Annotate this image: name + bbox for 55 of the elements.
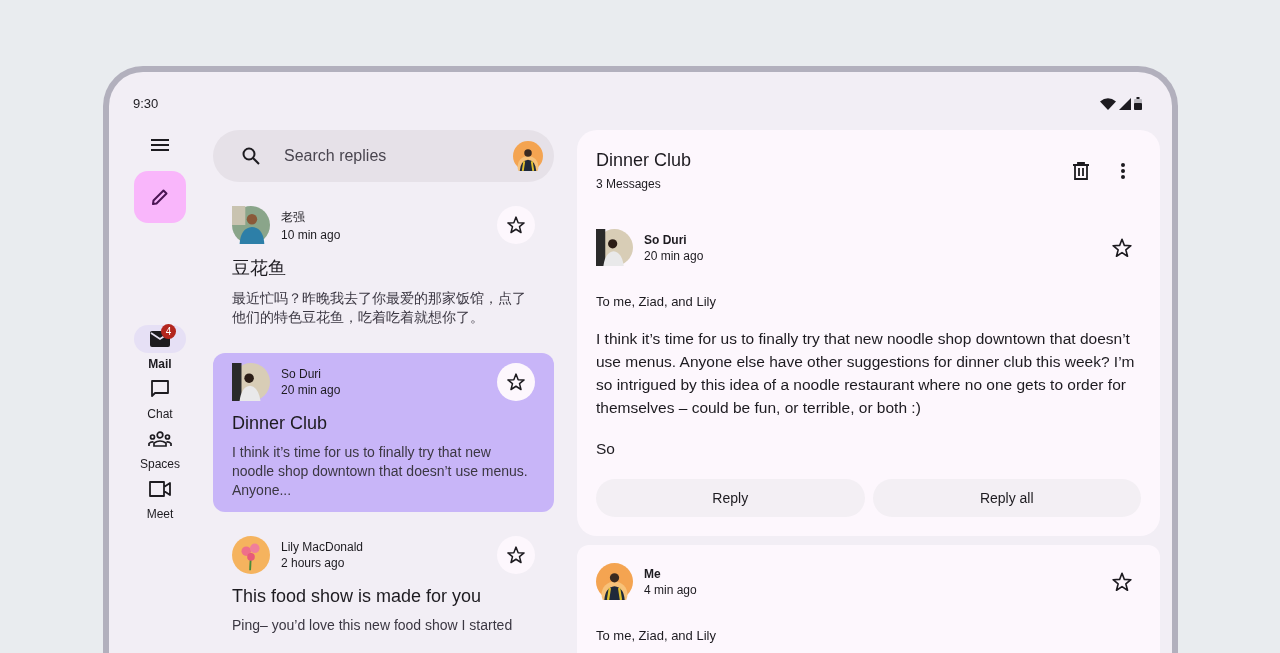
star-icon	[506, 545, 526, 565]
pencil-icon	[151, 188, 169, 206]
timestamp: 2 hours ago	[281, 556, 346, 570]
sender-name: So Duri	[644, 232, 688, 247]
trash-icon[interactable]	[1073, 161, 1089, 180]
nav-label: Meet	[146, 507, 174, 521]
chat-icon	[150, 379, 170, 399]
nav-item-indicator[interactable]: 4	[134, 325, 186, 353]
timestamp: 20 min ago	[644, 248, 705, 263]
timestamp: 4 min ago	[644, 582, 698, 597]
video-camera-icon	[149, 481, 171, 497]
message-count: 3 Messages	[596, 177, 662, 191]
search-field[interactable]: Search replies	[282, 146, 491, 166]
message-paragraph: I think it’s time for us to finally try that new noodle shop downtown that doesn’t use menus. Anyone else have other suggestions for dinner club this week? I’m so intrigued by this idea of a noodle restaurant where no one gets to order for themselves – could be fun, or terrible, or both :)	[596, 329, 1136, 418]
email-preview: Ping– you’d love this new food show I started	[232, 616, 514, 635]
sender-name: 老强	[281, 208, 306, 226]
unread-count-badge: 4	[161, 324, 176, 339]
signal-icon	[1119, 97, 1131, 110]
status-time: 9:30	[133, 95, 159, 111]
email-subject: Dinner Club	[232, 413, 329, 434]
battery-icon	[1134, 96, 1142, 110]
email-card[interactable]: Lily MacDonald 2 hours ago This food show is made for you Ping– you’d love this new food show I started	[213, 526, 554, 647]
email-card[interactable]: So Duri 20 min ago Dinner Club I think it’s time for us to finally try that new noodle shop downtown that doesn’t use menus. Anyone...	[213, 353, 554, 512]
timestamp: 20 min ago	[281, 383, 342, 397]
more-options-icon[interactable]	[1121, 162, 1125, 179]
nav-label: Mail	[148, 357, 172, 371]
star-button[interactable]	[497, 536, 535, 574]
search-icon	[242, 147, 260, 165]
nav-label: Spaces	[140, 457, 180, 471]
thread-subject: Dinner Club	[596, 150, 693, 171]
star-button[interactable]	[497, 363, 535, 401]
compose-button[interactable]	[134, 171, 186, 223]
reply-button[interactable]: Reply	[596, 479, 865, 517]
star-icon	[506, 215, 526, 235]
email-card[interactable]: 老强 10 min ago 豆花鱼 最近忙吗？昨晚我去了你最爱的那家饭馆，点了他们的特色豆花鱼，吃着吃着就想你了。	[213, 196, 554, 339]
star-icon[interactable]	[1111, 570, 1133, 593]
email-subject: This food show is made for you	[232, 586, 483, 607]
star-button[interactable]	[497, 206, 535, 244]
recipients: To me, Ziad, and Lily	[596, 628, 717, 643]
sender-name: Lily MacDonald	[281, 540, 365, 554]
people-icon	[148, 431, 172, 447]
star-icon[interactable]	[1111, 236, 1133, 259]
wifi-icon	[1100, 97, 1116, 110]
timestamp: 10 min ago	[281, 227, 342, 242]
menu-icon[interactable]	[151, 139, 169, 151]
sender-name: So Duri	[281, 367, 322, 381]
nav-label: Chat	[147, 407, 173, 421]
star-icon	[506, 372, 526, 392]
email-preview: 最近忙吗？昨晚我去了你最爱的那家饭馆，点了他们的特色豆花鱼，吃着吃着就想你了。	[232, 289, 527, 327]
reply-button[interactable]: Reply all	[872, 479, 1141, 517]
email-subject: 豆花鱼	[232, 257, 287, 280]
email-preview: I think it’s time for us to finally try that new noodle shop downtown that doesn’t use menus. Anyone...	[232, 443, 529, 500]
recipients: To me, Ziad, and Lily	[596, 294, 717, 309]
sender-name: Me	[644, 566, 662, 581]
message-paragraph: So	[596, 439, 616, 459]
